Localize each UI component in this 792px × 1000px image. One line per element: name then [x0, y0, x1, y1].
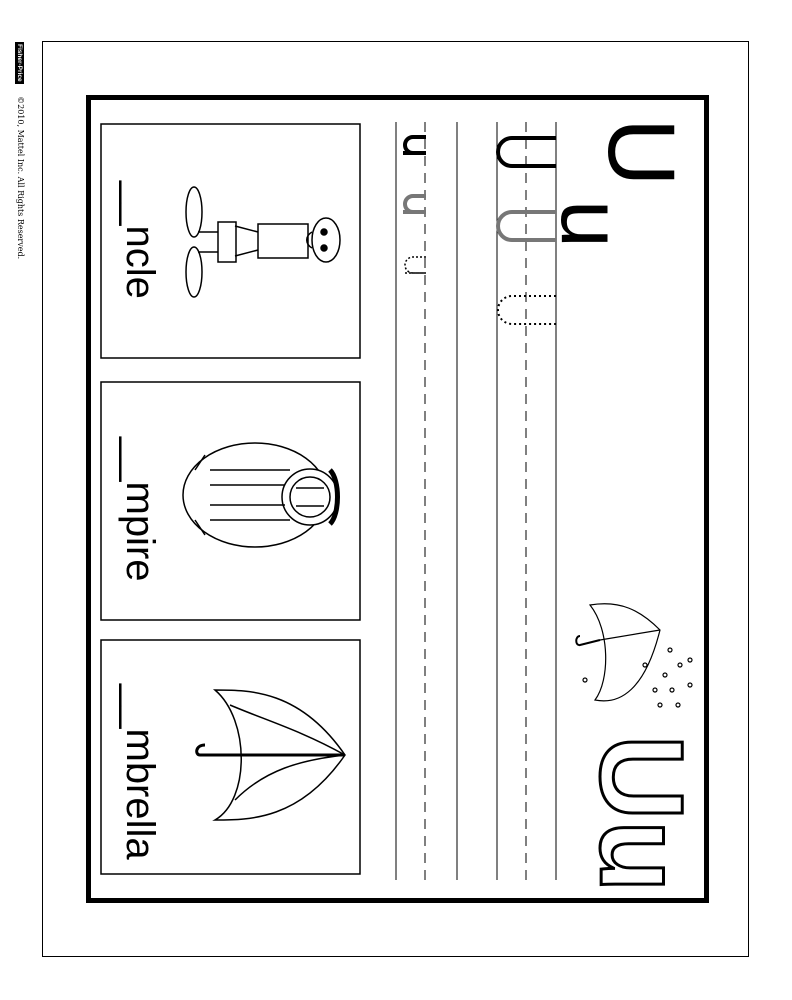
- uncle-illustration: [185, 186, 341, 298]
- lower-u-trace-1: [403, 135, 426, 155]
- outline-letters-uu: Uu: [574, 734, 709, 894]
- model-uppercase-u: U: [588, 118, 694, 187]
- model-lowercase-u: u: [543, 200, 639, 248]
- upper-u-trace-3: [497, 295, 556, 325]
- upper-u-trace-1: [496, 136, 556, 168]
- word-umbrella: __mbrella: [118, 684, 162, 860]
- word-uncle: __ncle: [118, 181, 162, 299]
- word-umpire: __mpire: [118, 437, 162, 582]
- lower-writing-lines: [395, 122, 458, 880]
- lower-u-trace-2: [403, 194, 426, 214]
- lower-u-trace-3: [404, 256, 426, 274]
- umbrella-illustration: [195, 689, 346, 821]
- umpire-illustration: [182, 442, 340, 548]
- rain-umbrella-icon: [575, 603, 693, 708]
